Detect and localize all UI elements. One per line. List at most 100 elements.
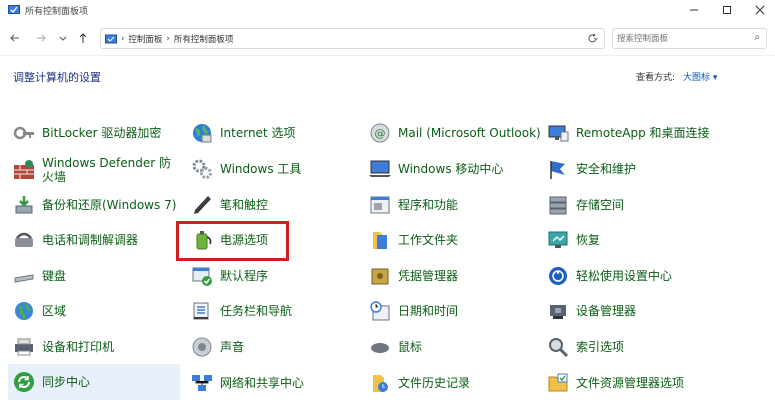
item-network-sharing[interactable]: 网络和共享中心	[190, 368, 304, 398]
refresh-button[interactable]	[583, 29, 601, 47]
indexing-icon	[546, 335, 570, 359]
speaker-icon	[190, 335, 214, 359]
item-sync-center[interactable]: 同步中心	[8, 364, 180, 400]
maximize-icon	[723, 6, 731, 14]
recent-locations-button[interactable]	[54, 29, 72, 47]
item-device-manager[interactable]: 设备管理器	[546, 296, 636, 326]
back-arrow-icon	[10, 34, 19, 42]
recovery-icon	[546, 228, 570, 252]
item-file-history[interactable]: 文件历史记录	[368, 368, 470, 398]
close-button[interactable]	[748, 2, 772, 18]
item-label: Internet 选项	[220, 126, 296, 140]
folder-options-icon	[546, 371, 570, 395]
item-label: 日期和时间	[398, 304, 459, 318]
item-recovery[interactable]: 恢复	[546, 225, 600, 255]
item-security-maintenance[interactable]: 安全和维护	[546, 154, 636, 184]
item-mail[interactable]: @ Mail (Microsoft Outlook)	[368, 118, 541, 148]
item-ease-of-access[interactable]: 轻松使用设置中心	[546, 261, 672, 291]
item-pen-touch[interactable]: 笔和触控	[190, 190, 268, 220]
item-sound[interactable]: 声音	[190, 332, 244, 362]
window-title: 所有控制面板项	[25, 7, 89, 17]
address-path[interactable]: › 控制面板 › 所有控制面板项 ⌄	[100, 28, 605, 49]
item-region[interactable]: 区域	[12, 296, 66, 326]
item-label: Windows Defender 防火墙	[42, 156, 171, 184]
title-bar: 所有控制面板项	[0, 0, 775, 22]
printer-icon	[12, 335, 36, 359]
credential-vault-icon	[368, 264, 392, 288]
device-manager-icon	[546, 299, 570, 323]
item-taskbar-navigation[interactable]: 任务栏和导航	[190, 296, 292, 326]
item-storage-spaces[interactable]: 存储空间	[546, 190, 624, 220]
item-remoteapp[interactable]: RemoteApp 和桌面连接	[546, 118, 710, 148]
minimize-button[interactable]	[682, 2, 706, 18]
taskbar-icon	[190, 299, 214, 323]
minimize-icon	[690, 9, 698, 11]
item-bitlocker[interactable]: BitLocker 驱动器加密	[12, 118, 161, 148]
item-label: 备份和还原(Windows 7)	[42, 198, 177, 212]
forward-button[interactable]	[32, 29, 50, 47]
phone-modem-icon	[12, 228, 36, 252]
item-credential-manager[interactable]: 凭据管理器	[368, 261, 458, 291]
item-label: 安全和维护	[576, 162, 637, 176]
item-label: 同步中心	[42, 375, 91, 389]
mobility-center-icon	[368, 157, 392, 181]
bitlocker-icon	[12, 121, 36, 145]
item-devices-printers[interactable]: 设备和打印机	[12, 332, 114, 362]
back-button[interactable]	[6, 29, 24, 47]
close-icon	[755, 5, 765, 15]
sync-icon	[12, 370, 36, 394]
item-date-time[interactable]: 日期和时间	[368, 296, 458, 326]
item-explorer-options[interactable]: 文件资源管理器选项	[546, 368, 684, 398]
item-phone-modem[interactable]: 电话和调制解调器	[12, 225, 138, 255]
item-firewall[interactable]: Windows Defender 防火墙	[12, 154, 182, 186]
refresh-icon	[588, 33, 596, 42]
item-label: 索引选项	[576, 340, 625, 354]
address-toolbar: › 控制面板 › 所有控制面板项 ⌄ ⌕	[0, 25, 775, 51]
pen-icon	[190, 193, 214, 217]
globe-icon	[12, 299, 36, 323]
item-label: 区域	[42, 304, 67, 318]
clock-calendar-icon	[368, 299, 392, 323]
item-label: 键盘	[42, 269, 67, 283]
default-programs-icon	[190, 264, 214, 288]
item-label: 笔和触控	[220, 198, 269, 212]
maximize-button[interactable]	[715, 2, 739, 18]
view-by-label: 查看方式:	[636, 73, 676, 83]
breadcrumb-control-panel[interactable]: 控制面板	[128, 33, 162, 45]
svg-text:@: @	[375, 127, 386, 140]
item-programs-features[interactable]: 程序和功能	[368, 190, 458, 220]
gears-icon	[190, 157, 214, 181]
search-box[interactable]: ⌕	[612, 28, 767, 49]
search-icon[interactable]: ⌕	[754, 32, 760, 43]
item-label: 文件历史记录	[398, 376, 471, 390]
item-windows-tools[interactable]: Windows 工具	[190, 154, 301, 184]
item-label: Windows 工具	[220, 162, 302, 176]
up-button[interactable]	[74, 29, 92, 47]
item-label: 鼠标	[398, 340, 423, 354]
file-history-icon	[368, 371, 392, 395]
item-default-programs[interactable]: 默认程序	[190, 261, 268, 291]
item-label: 工作文件夹	[398, 233, 459, 247]
control-panel-icon	[105, 34, 117, 43]
item-mobility-center[interactable]: Windows 移动中心	[368, 154, 503, 184]
divider	[0, 55, 775, 56]
search-input[interactable]	[617, 32, 742, 46]
item-backup-restore[interactable]: 备份和还原(Windows 7)	[12, 190, 176, 220]
breadcrumb-separator: ›	[121, 34, 125, 44]
ease-of-access-icon	[546, 264, 570, 288]
item-internet-options[interactable]: Internet 选项	[190, 118, 295, 148]
breadcrumb-all-items[interactable]: 所有控制面板项	[174, 33, 234, 45]
item-work-folders[interactable]: 工作文件夹	[368, 225, 458, 255]
item-label: Mail (Microsoft Outlook)	[398, 126, 541, 140]
item-keyboard[interactable]: 键盘	[12, 261, 66, 291]
item-label: 恢复	[576, 233, 601, 247]
item-indexing-options[interactable]: 索引选项	[546, 332, 624, 362]
item-label: 程序和功能	[398, 198, 459, 212]
item-label: 网络和共享中心	[220, 376, 305, 390]
view-by-dropdown[interactable]: 大图标 ▾	[683, 70, 717, 83]
item-label: 任务栏和导航	[220, 304, 293, 318]
item-mouse[interactable]: 鼠标	[368, 332, 422, 362]
item-label: 凭据管理器	[398, 269, 459, 283]
item-label: Windows 移动中心	[398, 162, 504, 176]
breadcrumb: › 控制面板 › 所有控制面板项	[105, 33, 233, 45]
